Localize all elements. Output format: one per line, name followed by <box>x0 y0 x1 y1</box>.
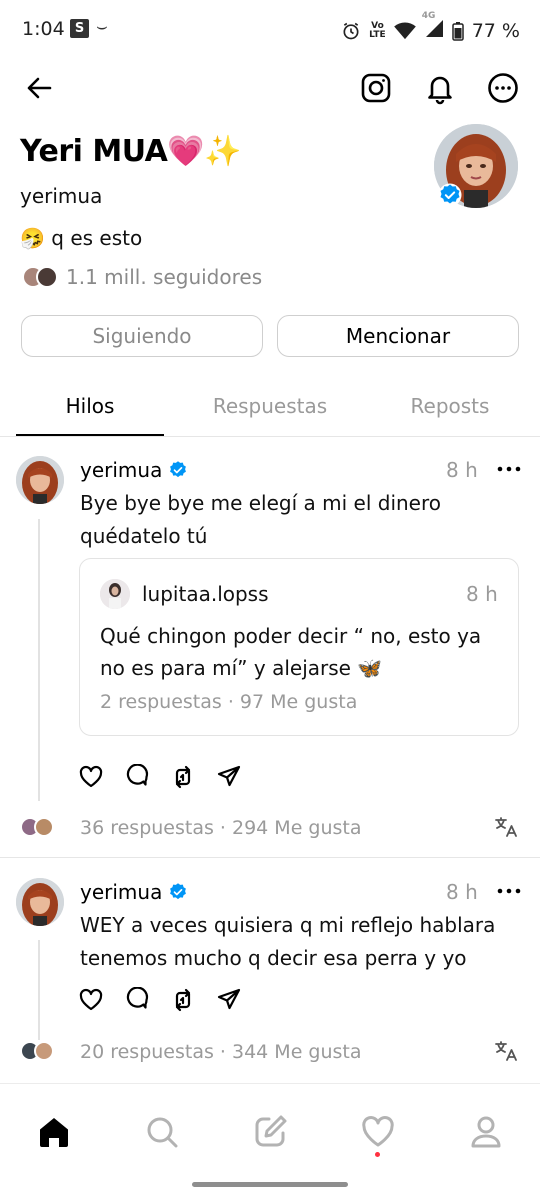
post-username[interactable]: yerimua <box>80 458 188 482</box>
quoted-time: 8 h <box>466 582 498 606</box>
followers-link[interactable]: 1.1 mill. seguidores <box>22 264 262 290</box>
like-icon[interactable] <box>78 987 104 1013</box>
name-emojis: 💗✨ <box>167 134 242 169</box>
battery-percent: 77 % <box>471 19 520 42</box>
post-avatar[interactable] <box>16 878 64 926</box>
instagram-icon[interactable] <box>359 71 393 105</box>
quoted-post[interactable]: lupitaa.lopss 8 h Qué chingon poder deci… <box>79 558 519 736</box>
followers-count: 1.1 mill. seguidores <box>66 265 263 289</box>
repost-icon[interactable] <box>170 987 196 1013</box>
bell-icon[interactable] <box>423 71 457 105</box>
post-time: 8 h <box>446 880 478 904</box>
replier-avatars <box>20 1041 54 1061</box>
bio-emoji: 🤧 <box>20 226 45 250</box>
share-icon[interactable] <box>216 764 242 790</box>
signal-icon: 4G <box>422 12 444 43</box>
post-text: Bye bye bye me elegí a mi el dinero quéd… <box>80 491 442 548</box>
volte-icon: Vo LTE <box>369 20 386 40</box>
post-time: 8 h <box>446 458 478 482</box>
replier-avatar <box>34 1041 54 1061</box>
verified-badge-icon <box>170 461 187 478</box>
amazon-icon: ⌣ <box>96 16 108 37</box>
quoted-username[interactable]: lupitaa.lopss <box>142 582 269 606</box>
post-avatar[interactable] <box>16 456 64 504</box>
quoted-avatar[interactable] <box>100 579 130 609</box>
home-icon[interactable] <box>36 1114 72 1150</box>
replier-avatars <box>20 817 54 837</box>
share-icon[interactable] <box>216 987 242 1013</box>
tab-respuestas[interactable]: Respuestas <box>195 394 345 418</box>
thread-line <box>38 940 40 1040</box>
post-actions <box>78 986 242 1014</box>
like-icon[interactable] <box>78 764 104 790</box>
active-tab-indicator <box>16 434 164 436</box>
tab-reposts[interactable]: Reposts <box>375 394 525 418</box>
heart-icon[interactable] <box>360 1114 396 1150</box>
profile-username[interactable]: yerimua <box>20 184 102 208</box>
post-stats[interactable]: 20 respuestas · 344 Me gusta <box>80 1041 362 1063</box>
battery-icon <box>451 21 464 41</box>
bottom-nav <box>0 1083 540 1200</box>
post-text: WEY a veces quisiera q mi reflejo hablar… <box>80 913 496 970</box>
top-bar <box>0 65 540 111</box>
post-actions <box>78 763 242 791</box>
status-time: 1:04 <box>22 18 65 40</box>
following-button[interactable]: Siguiendo <box>21 315 263 357</box>
profile-bio: 🤧 q es esto <box>20 226 142 250</box>
more-icon[interactable] <box>497 886 521 896</box>
translate-icon[interactable] <box>494 815 518 839</box>
s-app-icon: S <box>70 19 89 38</box>
mention-button[interactable]: Mencionar <box>277 315 519 357</box>
translate-icon[interactable] <box>494 1039 518 1063</box>
bio-text: q es esto <box>51 226 143 250</box>
status-bar: 1:04 S ⌣ Vo LTE 4G 77 % <box>0 0 540 60</box>
reply-icon[interactable] <box>124 764 150 790</box>
post-username[interactable]: yerimua <box>80 880 188 904</box>
status-icons: Vo LTE 4G 77 % <box>341 12 520 43</box>
repost-icon[interactable] <box>170 764 196 790</box>
reply-icon[interactable] <box>124 987 150 1013</box>
more-circle-icon[interactable] <box>486 71 520 105</box>
back-arrow-icon[interactable] <box>22 71 56 105</box>
verified-badge-icon <box>438 183 462 207</box>
search-icon[interactable] <box>144 1114 180 1150</box>
follower-avatar <box>36 266 58 288</box>
alarm-icon <box>343 22 359 39</box>
profile-icon[interactable] <box>468 1114 504 1150</box>
display-name-text: Yeri MUA <box>20 134 168 169</box>
notification-dot <box>375 1152 380 1157</box>
more-icon[interactable] <box>497 464 521 474</box>
compose-icon[interactable] <box>252 1114 288 1150</box>
thread-line <box>38 519 40 801</box>
post-stats[interactable]: 36 respuestas · 294 Me gusta <box>80 817 362 839</box>
profile-tabs: Hilos Respuestas Reposts <box>0 380 540 437</box>
quoted-stats[interactable]: 2 respuestas · 97 Me gusta <box>100 691 357 713</box>
tab-hilos[interactable]: Hilos <box>15 394 165 418</box>
verified-badge-icon <box>170 883 187 900</box>
gesture-bar[interactable] <box>192 1182 348 1187</box>
quoted-text: Qué chingon poder decir “ no, esto ya no… <box>100 624 482 680</box>
replier-avatar <box>34 817 54 837</box>
wifi-icon <box>393 21 416 39</box>
profile-display-name: Yeri MUA💗✨ <box>20 134 242 169</box>
